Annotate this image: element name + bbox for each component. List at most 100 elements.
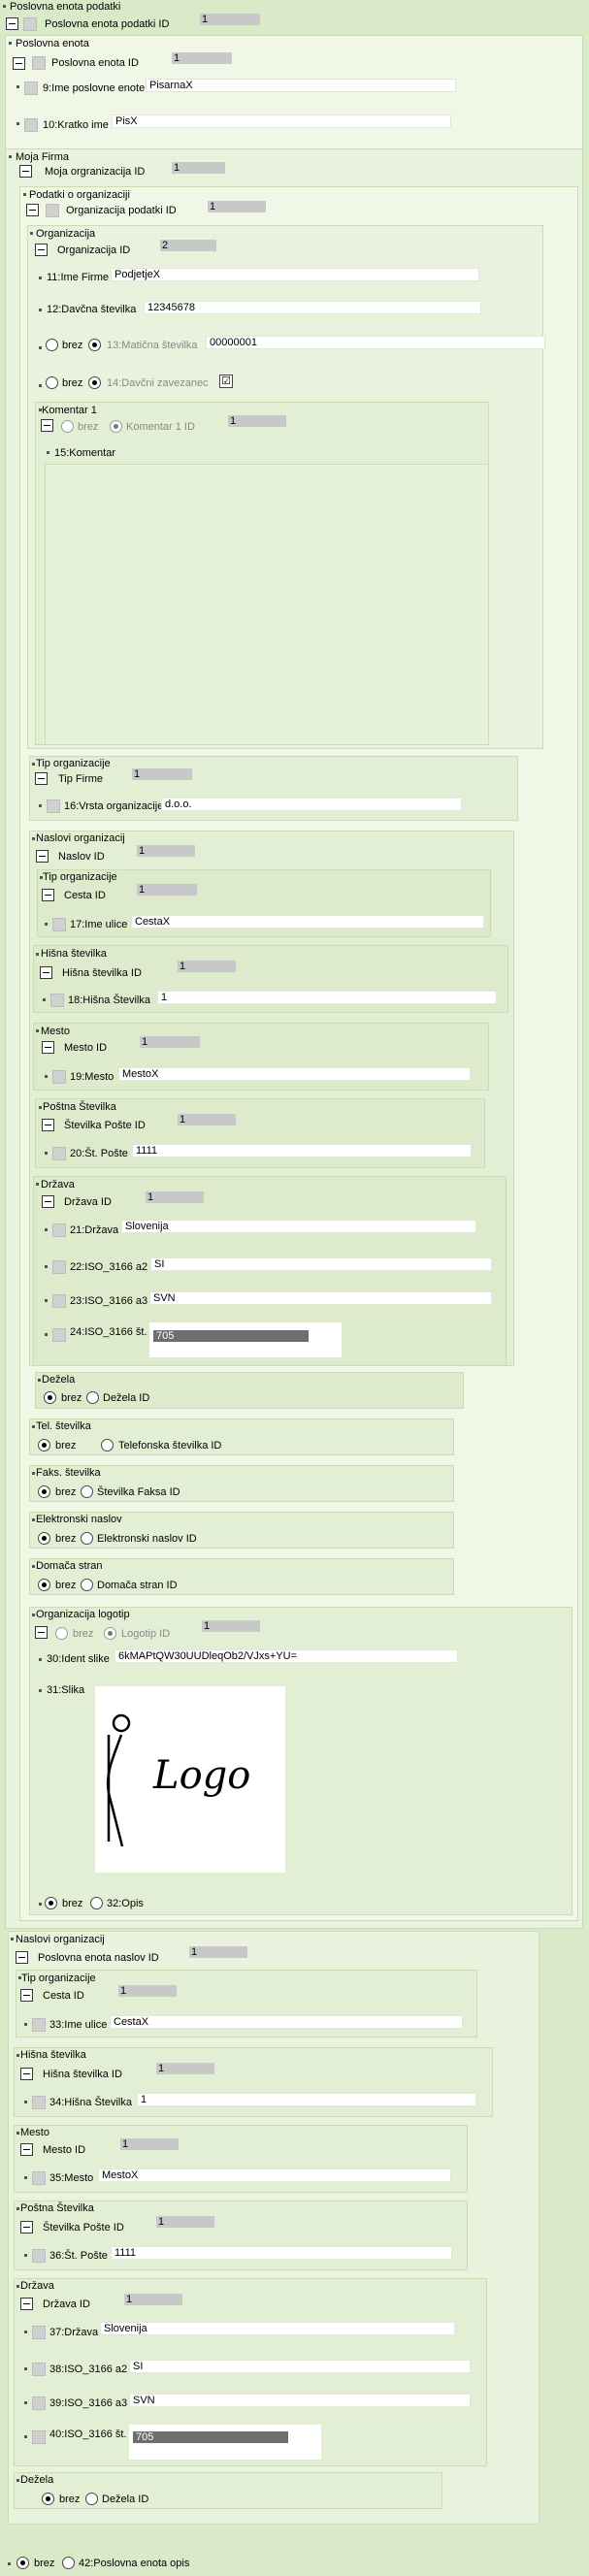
brez-radio[interactable] <box>38 1439 50 1451</box>
brez-radio[interactable] <box>46 376 58 389</box>
bullet <box>16 85 19 88</box>
collapse-toggle[interactable] <box>20 2221 33 2234</box>
collapse-toggle[interactable] <box>42 1119 54 1131</box>
naslovi-hs-value: 1 <box>178 961 236 972</box>
pe-ime-input[interactable]: PisarnaX <box>146 79 456 92</box>
zavezanec-checkbox[interactable]: ☑ <box>219 375 233 388</box>
collapse-toggle[interactable] <box>35 1626 48 1639</box>
collapse-toggle[interactable] <box>40 966 52 979</box>
checkbox[interactable] <box>24 118 38 132</box>
komentar-radio[interactable] <box>110 420 122 433</box>
email-radio[interactable] <box>81 1532 93 1545</box>
naslovi-mesto-f-input[interactable]: MestoX <box>118 1067 471 1081</box>
brez-radio[interactable] <box>55 1627 68 1640</box>
checkbox[interactable] <box>50 994 64 1007</box>
logotip-radio[interactable] <box>104 1627 116 1640</box>
dezela-radio[interactable] <box>86 1391 99 1404</box>
collapse-toggle[interactable] <box>42 889 54 901</box>
root-id-label: Poslovna enota podatki ID <box>45 18 170 30</box>
logo-ident-input[interactable]: 6kMAPtQW30UUDleqOb2/VJxs+YU= <box>115 1649 458 1663</box>
zavezanec-radio[interactable] <box>88 376 101 389</box>
checkbox[interactable] <box>32 2397 46 2410</box>
checkbox[interactable] <box>32 2430 46 2444</box>
collapse-toggle[interactable] <box>42 1041 54 1054</box>
checkbox[interactable] <box>23 17 37 31</box>
tip-vrsta-input[interactable]: d.o.o. <box>161 798 462 811</box>
brez-radio[interactable] <box>42 2493 54 2505</box>
naslovi-d22-label: 22:ISO_3166 a2 <box>70 1261 148 1273</box>
naslovi-hs-f-input[interactable]: 1 <box>157 991 497 1004</box>
bullet <box>39 1903 42 1906</box>
brez-radio[interactable] <box>16 2557 29 2569</box>
org-davcna-input[interactable]: 12345678 <box>144 301 481 314</box>
pen-posta-f-input[interactable]: 1111 <box>111 2246 452 2260</box>
naslovi-posta-f-input[interactable]: 1111 <box>132 1144 472 1158</box>
po-id-value: 1 <box>208 201 266 212</box>
checkbox[interactable] <box>32 2018 46 2032</box>
checkbox[interactable] <box>52 1147 66 1160</box>
collapse-toggle[interactable] <box>35 772 48 785</box>
checkbox[interactable] <box>32 2171 46 2185</box>
pen-d39-input[interactable]: SVN <box>129 2394 471 2407</box>
faks-radio[interactable] <box>81 1485 93 1498</box>
collapse-toggle[interactable] <box>16 1951 28 1964</box>
collapse-toggle[interactable] <box>13 57 25 70</box>
naslovi-mesto-title: Mesto <box>41 1026 70 1037</box>
collapse-toggle[interactable] <box>6 17 18 30</box>
checkbox[interactable] <box>46 204 59 217</box>
checkbox[interactable] <box>32 2096 46 2109</box>
collapse-toggle[interactable] <box>36 850 49 863</box>
brez-radio[interactable] <box>45 1897 57 1909</box>
bullet <box>32 1472 35 1475</box>
opis-radio[interactable] <box>62 2557 75 2569</box>
pen-drzava-label: Država ID <box>43 2299 90 2310</box>
pen-mesto-f-input[interactable]: MestoX <box>98 2168 451 2182</box>
checkbox[interactable] <box>32 2363 46 2376</box>
checkbox[interactable] <box>52 1294 66 1308</box>
pe-kratko-input[interactable]: PisX <box>112 114 451 128</box>
collapse-toggle[interactable] <box>41 419 53 432</box>
checkbox[interactable] <box>32 2326 46 2339</box>
brez-radio[interactable] <box>44 1391 56 1404</box>
tel-radio[interactable] <box>101 1439 114 1451</box>
naslovi-d22-input[interactable]: SI <box>150 1257 492 1271</box>
brez-radio[interactable] <box>61 420 74 433</box>
checkbox[interactable] <box>52 1260 66 1274</box>
checkbox[interactable] <box>52 918 66 931</box>
checkbox[interactable] <box>32 2249 46 2263</box>
brez-radio[interactable] <box>38 1579 50 1591</box>
collapse-toggle[interactable] <box>35 244 48 256</box>
checkbox[interactable] <box>52 1328 66 1342</box>
web-radio[interactable] <box>81 1579 93 1591</box>
naslovi-d21-input[interactable]: Slovenija <box>121 1220 476 1233</box>
collapse-toggle[interactable] <box>20 2143 33 2156</box>
checkbox[interactable] <box>52 1070 66 1084</box>
collapse-toggle[interactable] <box>20 1989 33 2002</box>
collapse-toggle[interactable] <box>19 165 32 178</box>
logo-image[interactable]: Logo <box>95 1686 285 1873</box>
naslovi-d23-input[interactable]: SVN <box>149 1291 492 1305</box>
bullet <box>24 2101 27 2103</box>
collapse-toggle[interactable] <box>26 204 39 216</box>
pen-ulica-input[interactable]: CestaX <box>110 2015 463 2029</box>
brez-radio[interactable] <box>38 1532 50 1545</box>
maticna-radio[interactable] <box>88 339 101 351</box>
checkbox[interactable] <box>32 56 46 70</box>
org-maticna-input[interactable]: 00000001 <box>206 336 545 349</box>
pen-d38-input[interactable]: SI <box>129 2360 471 2373</box>
collapse-toggle[interactable] <box>20 2298 33 2310</box>
pen-d37-input[interactable]: Slovenija <box>100 2322 455 2335</box>
dezela-radio[interactable] <box>85 2493 98 2505</box>
naslovi-ulica-input[interactable]: CestaX <box>131 915 484 929</box>
pen-hs-f-input[interactable]: 1 <box>137 2093 476 2106</box>
checkbox[interactable] <box>47 799 60 813</box>
brez-radio[interactable] <box>46 339 58 351</box>
collapse-toggle[interactable] <box>42 1195 54 1208</box>
opis-radio[interactable] <box>90 1897 103 1909</box>
komentar-textarea[interactable] <box>45 464 489 745</box>
checkbox[interactable] <box>24 82 38 95</box>
brez-radio[interactable] <box>38 1485 50 1498</box>
checkbox[interactable] <box>52 1223 66 1237</box>
collapse-toggle[interactable] <box>20 2068 33 2080</box>
org-ime-input[interactable]: PodjetjeX <box>111 268 479 281</box>
